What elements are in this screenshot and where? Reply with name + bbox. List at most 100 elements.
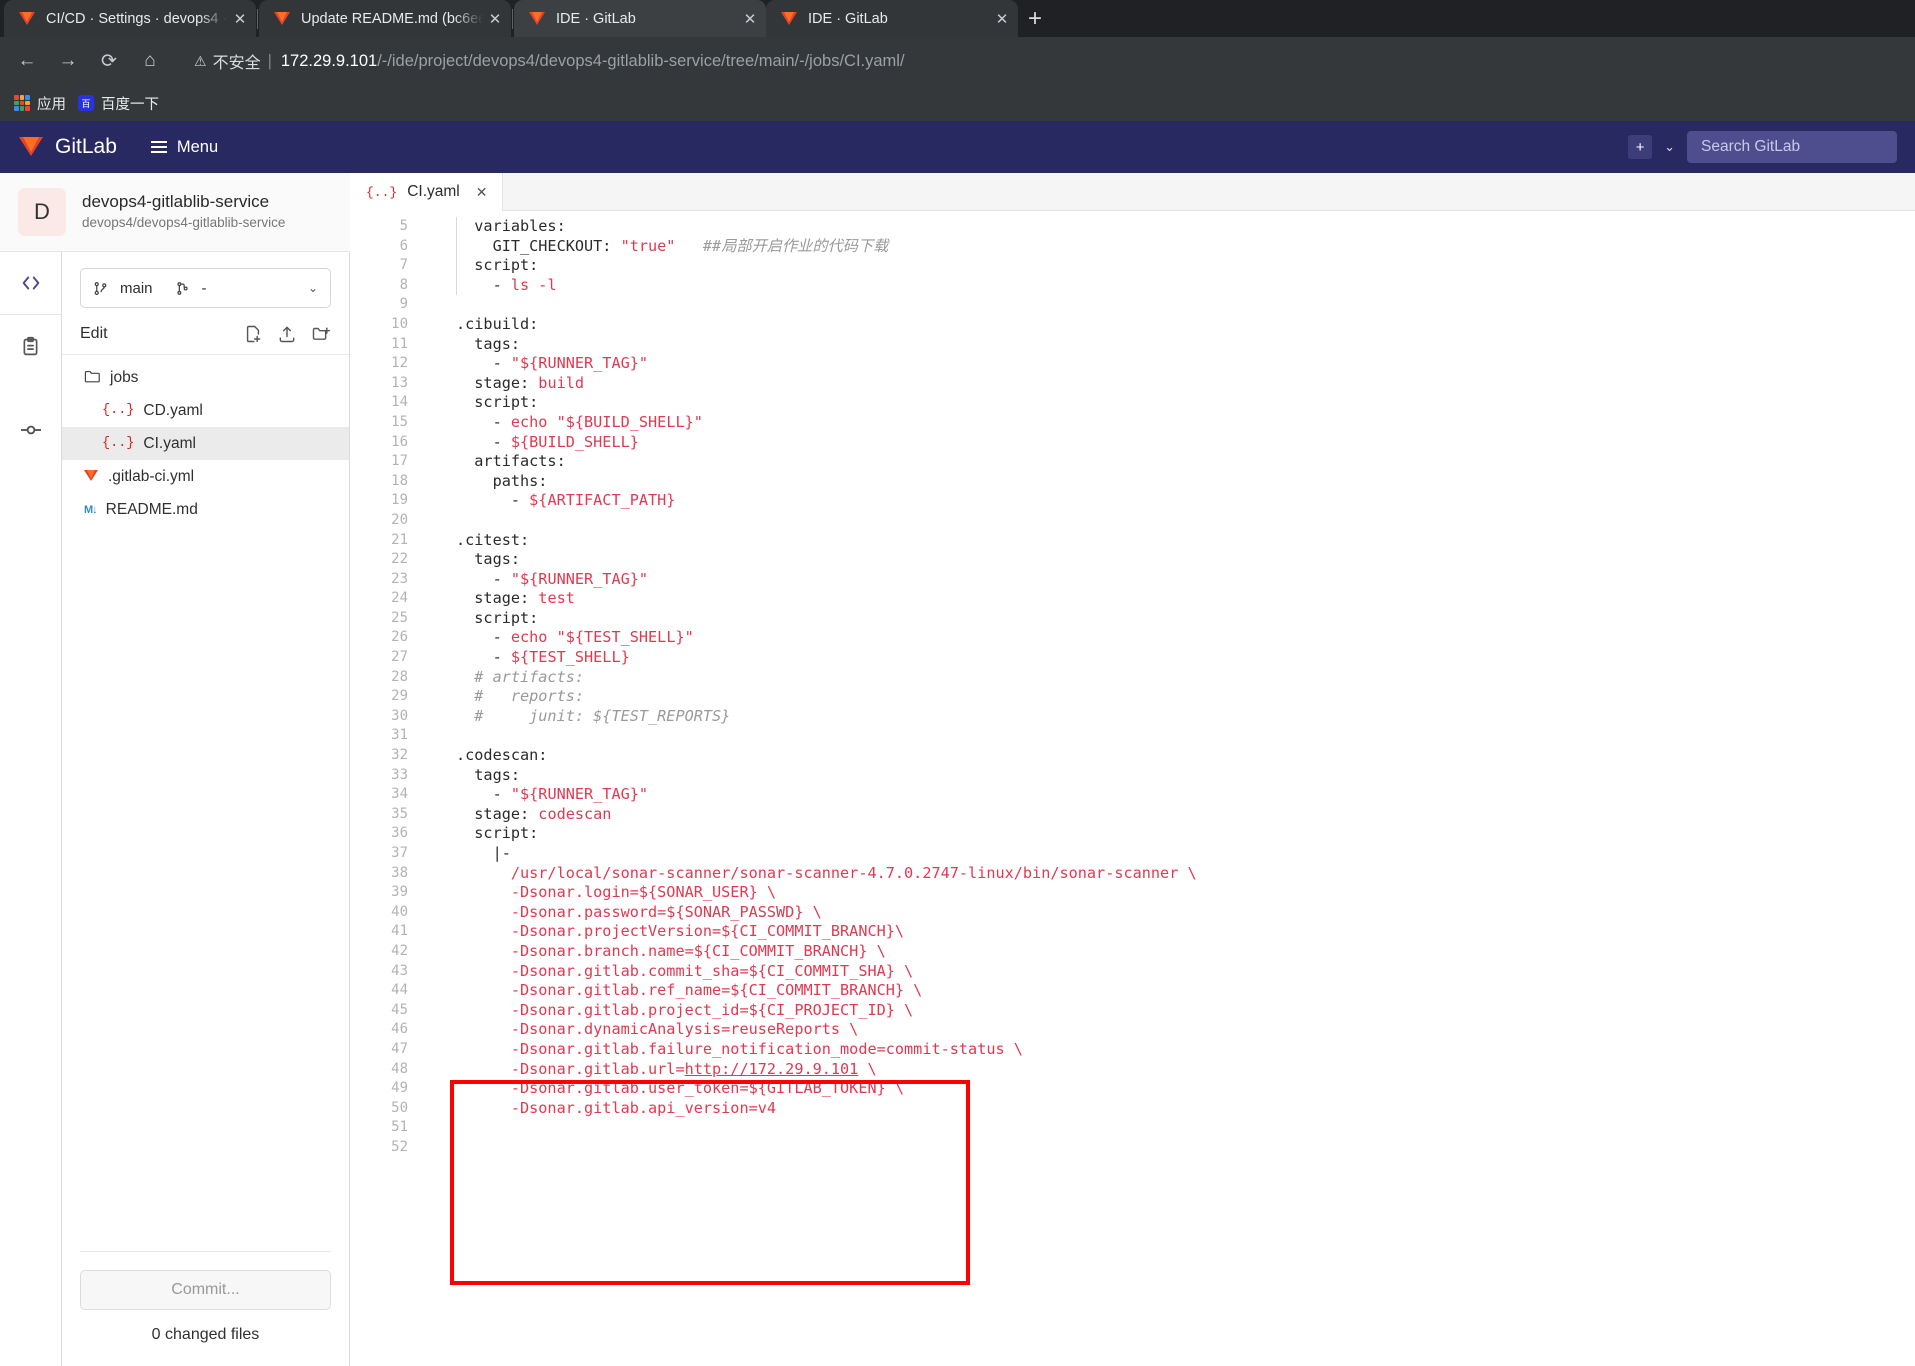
code-token: ${ARTIFACT_PATH} [529,491,676,510]
line-number: 32 [391,747,408,764]
line-number: 20 [391,511,408,528]
line-number: 26 [391,629,408,646]
gitlab-home-link[interactable]: GitLab [18,134,117,160]
code-line: 32 .codescan: [350,746,1915,766]
close-icon[interactable]: ✕ [483,10,507,28]
page-title: devops4-gitlablib-service [82,192,270,212]
code-line: 30 # junit: ${TEST_REPORTS} [350,707,1915,727]
upload-file-icon[interactable] [277,324,297,344]
branch-selector[interactable]: main - ⌄ [80,268,331,308]
url-path: /-/ide/project/devops4/devops4-gitlablib… [377,51,905,70]
tab-ci-yaml[interactable]: {..} CI.yaml ✕ [350,173,503,211]
file-tree-item-ci-yaml[interactable]: {..} CI.yaml [62,427,349,460]
browser-nav-bar: ← → ⟳ ⌂ ⚠ 不安全 | 172.29.9.101 /-/ide/proj… [0,37,1915,85]
code-token: tags: [456,334,521,353]
browser-tab[interactable]: IDE · GitLab ✕ [766,0,1018,37]
file-tree-item-cd-yaml[interactable]: {..} CD.yaml [62,394,349,427]
browser-tab[interactable]: Update README.md (bc6ee68 ✕ [259,0,511,37]
browser-tab[interactable]: CI/CD · Settings · devops4 · Git✕ [4,0,256,37]
code-token: -Dsonar.login=${SONAR_USER} \ [456,883,777,902]
line-number: 38 [391,864,408,881]
code-line: 42 -Dsonar.branch.name=${CI_COMMIT_BRANC… [350,942,1915,962]
code-token: GIT_CHECKOUT: [456,236,621,255]
file-tree-item-jobs[interactable]: jobs [62,361,349,394]
address-bar[interactable]: ⚠ 不安全 | 172.29.9.101 /-/ide/project/devo… [182,45,1905,77]
line-number: 28 [391,668,408,685]
omnibox-separator: | [267,51,272,70]
code-token: -Dsonar.gitlab.project_id=${CI_PROJECT_I… [456,1000,914,1019]
new-directory-icon[interactable] [311,324,331,344]
code-line-text: # reports: [422,687,584,707]
code-line: 17 artifacts: [350,452,1915,472]
browser-tab[interactable]: IDE · GitLab ✕ [514,0,766,37]
code-line-text: script: [422,609,538,629]
file-tree-item--gitlab-ci-yml[interactable]: .gitlab-ci.yml [62,460,349,493]
code-line: 35 stage: codescan [350,805,1915,825]
code-line-text: script: [422,393,538,413]
code-line: 8 - ls -l [350,276,1915,296]
code-line-text: |- [422,844,511,864]
code-line: 24 stage: test [350,589,1915,609]
close-icon[interactable]: ✕ [738,10,762,28]
code-editor[interactable]: 5 variables: 6 GIT_CHECKOUT: "true" ##局部开… [350,211,1915,1366]
code-token: tags: [456,765,521,784]
code-line-text: tags: [422,335,520,355]
new-file-icon[interactable] [243,324,263,344]
create-new-button[interactable]: + [1628,135,1653,159]
file-tree-item-label: jobs [110,368,139,386]
code-token: -Dsonar.password=${SONAR_PASSWD} \ [456,902,822,921]
code-line-text: script: [422,256,538,276]
line-number: 25 [391,609,408,626]
code-line-text: variables: [422,217,566,237]
new-tab-button[interactable]: + [1018,2,1052,36]
code-link[interactable]: http://172.29.9.101 [685,1060,859,1078]
line-number: 27 [391,649,408,666]
code-line-text: # artifacts: [422,668,584,688]
code-token: script: [456,256,539,275]
code-lines: 5 variables: 6 GIT_CHECKOUT: "true" ##局部开… [350,217,1915,1158]
sidebar-item-commit[interactable] [0,399,62,461]
line-number: 5 [399,218,408,234]
close-icon[interactable]: ✕ [228,10,252,28]
edit-toolbar-actions [243,324,331,344]
reload-button[interactable]: ⟳ [92,44,126,78]
code-token: variables: [456,217,566,235]
chevron-down-icon[interactable]: ⌄ [1664,139,1675,155]
code-token: -Dsonar.gitlab.failure_notification_mode… [456,1039,1023,1058]
line-number: 42 [391,942,408,959]
branch-row: main - ⌄ [62,252,349,308]
project-header: D devops4-gitlablib-service devops4/devo… [0,173,350,252]
code-line: 29 # reports: [350,687,1915,707]
browser-tab-strip: CI/CD · Settings · devops4 · Git✕Update … [0,0,1915,37]
home-button[interactable]: ⌂ [133,44,167,78]
forward-button[interactable]: → [51,44,85,78]
indent-guide [456,217,457,295]
code-line-text: - ls -l [422,276,557,296]
main-menu-button[interactable]: Menu [150,138,218,157]
sidebar-item-review[interactable] [0,315,62,377]
code-token: # junit: ${TEST_REPORTS} [456,706,731,725]
branch-icon [94,281,107,295]
file-tree-item-readme-md[interactable]: M↓ README.md [62,493,349,526]
code-token: .citest: [456,530,530,549]
close-icon[interactable]: ✕ [990,10,1014,28]
close-icon[interactable]: ✕ [476,184,488,201]
code-line-text: - ${ARTIFACT_PATH} [422,491,676,511]
code-token: - [456,648,511,667]
commit-button[interactable]: Commit... [80,1270,331,1310]
bookmark-apps[interactable]: 应用 [14,93,66,114]
browser-tab-title: CI/CD · Settings · devops4 · Git [46,10,228,27]
top-nav-right-group: + ⌄ Search GitLab [1628,131,1897,163]
sidebar-item-edit[interactable] [0,252,62,314]
back-button[interactable]: ← [10,44,44,78]
code-token: # artifacts: [456,667,585,686]
code-token: - [456,569,511,588]
code-line-text: GIT_CHECKOUT: "true" ##局部开启作业的代码下载 [422,236,889,257]
line-number: 11 [391,335,408,352]
code-line: 28 # artifacts: [350,668,1915,688]
bookmark-baidu[interactable]: 百 百度一下 [78,93,159,114]
search-input[interactable]: Search GitLab [1687,131,1897,163]
gitlab-brand-label: GitLab [55,135,117,158]
